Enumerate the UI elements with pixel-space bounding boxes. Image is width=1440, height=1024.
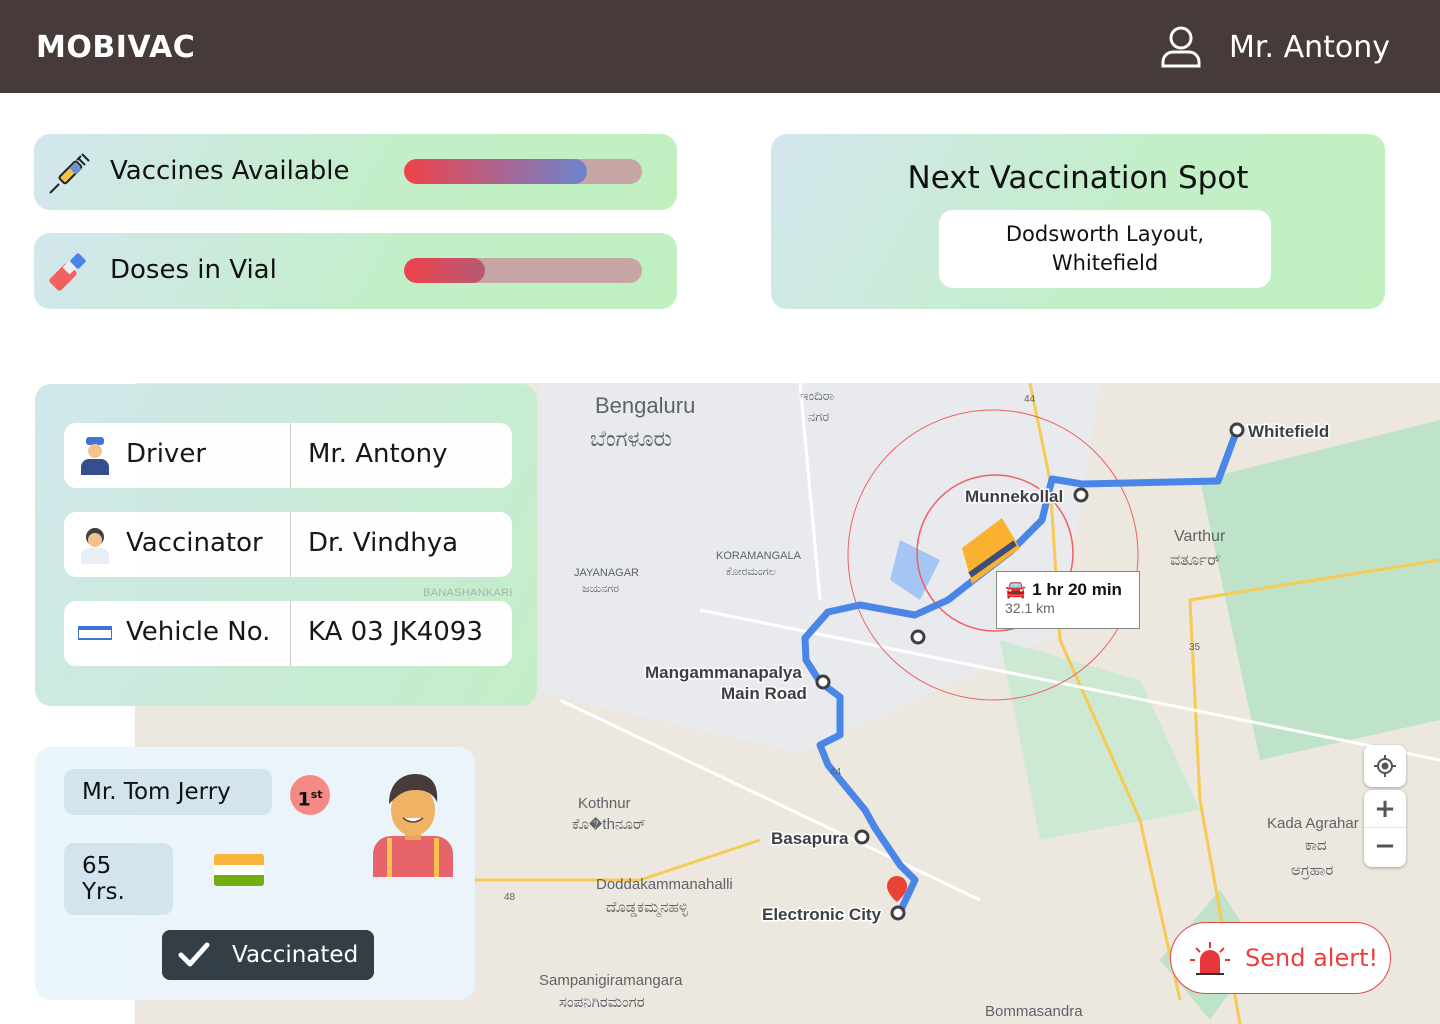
stat-label: Doses in Vial (110, 255, 277, 285)
user-menu[interactable]: Mr. Antony (1161, 26, 1390, 68)
highway-shield: 44 (1024, 394, 1036, 405)
crew-value: KA 03 JK4093 (308, 617, 483, 647)
map-label: Kada Agrahar (1267, 815, 1359, 832)
map-label: ನಗರ (808, 409, 829, 424)
map-label: ವರ್ತೂರ್ (1170, 552, 1221, 569)
patient-age: 65 Yrs. (64, 843, 173, 915)
send-alert-button[interactable]: Send alert! (1170, 922, 1391, 994)
map-label: ಜಯನಗರ (582, 583, 619, 595)
map-label: Electronic City (762, 905, 882, 924)
user-name: Mr. Antony (1229, 29, 1390, 65)
syringe-icon (49, 153, 90, 194)
map-label: ಅಗ್ರಹಾರ (1291, 862, 1333, 879)
crew-value: Dr. Vindhya (308, 528, 459, 558)
crew-value: Mr. Antony (308, 439, 448, 469)
check-icon (178, 942, 210, 967)
map-label: Mangammanapalya (645, 663, 802, 682)
map-label: Doddakammanahalli (596, 876, 733, 893)
map-label: Bommasandra (985, 1003, 1083, 1020)
send-alert-label: Send alert! (1245, 944, 1379, 972)
vaccines-progress-bar (404, 159, 642, 184)
crew-row-vehicle: Vehicle No. KA 03 JK4093 (64, 601, 512, 666)
map-label: Munnekollal (965, 487, 1063, 506)
dose-suffix: st (310, 788, 323, 801)
doses-in-vial-card: Doses in Vial (34, 233, 677, 309)
driver-icon (81, 437, 109, 475)
vaccinated-status-button[interactable]: Vaccinated (162, 930, 374, 980)
patient-avatar (373, 774, 453, 877)
dose-number: 1 (297, 788, 311, 811)
map-label: ಕಾದ (1305, 837, 1327, 854)
map-label: ಕೊ�thನೂರ್ (572, 816, 646, 833)
next-vaccination-spot-card: Next Vaccination Spot Dodsworth Layout, W… (771, 134, 1385, 309)
locate-icon (1374, 755, 1396, 777)
doses-progress-bar (404, 258, 642, 283)
map-label: JAYANAGAR (574, 567, 639, 579)
map-label: Main Road (721, 684, 807, 703)
vaccines-available-card: Vaccines Available (34, 134, 677, 210)
divider (290, 423, 291, 488)
car-icon: 🚘 (1005, 580, 1027, 599)
address-line2: Whitefield (1051, 251, 1159, 275)
map-label: Basapura (771, 829, 849, 848)
vial-icon (49, 253, 86, 291)
map-label: ಸಂಪನಿಗಿರಮಂಗರ (559, 994, 645, 1011)
patient-card: Mr. Tom Jerry 1st 65 Yrs. Vaccinated (35, 747, 475, 1000)
zoom-in-button[interactable]: + (1364, 790, 1406, 828)
crew-key: Vaccinator (126, 528, 263, 558)
locate-button[interactable] (1364, 745, 1406, 787)
user-icon (1161, 26, 1201, 68)
waypoint-whitefield (1229, 422, 1245, 438)
eta-time: 1 hr 20 min (1032, 580, 1122, 599)
zoom-controls: + − (1364, 790, 1406, 867)
spot-address: Dodsworth Layout, Whitefield (939, 210, 1271, 288)
eta-distance: 32.1 km (1005, 600, 1055, 616)
divider (290, 601, 291, 666)
map-label: Sampanigiramangara (539, 972, 683, 989)
map-label: Bengaluru (595, 393, 695, 418)
brand-logo: MOBIVAC (36, 30, 196, 65)
status-label: Vaccinated (232, 942, 359, 968)
map-label-banashankari: BANASHANKARI (423, 587, 513, 599)
license-plate-icon (78, 626, 112, 640)
crew-key: Driver (126, 439, 207, 469)
highway-shield: 48 (504, 892, 516, 903)
siren-icon (1190, 942, 1230, 975)
address-line1: Dodsworth Layout, (1005, 222, 1205, 246)
map-label: Whitefield (1248, 422, 1329, 441)
map-label: ಕೋರಮಂಗಲ (726, 566, 776, 578)
map-label: KORAMANGALA (716, 550, 802, 562)
top-bar: MOBIVAC Mr. Antony (0, 0, 1440, 93)
spot-title: Next Vaccination Spot (907, 160, 1249, 196)
stat-label: Vaccines Available (110, 156, 350, 186)
crew-panel: Driver Mr. Antony Vaccinator Dr. Vindhya V… (35, 384, 537, 706)
highway-shield: 44 (830, 767, 842, 778)
map-label: ಬೆಂಗಳೂರು (590, 426, 672, 451)
map-label: Kothnur (578, 795, 631, 812)
zoom-out-button[interactable]: − (1364, 828, 1406, 866)
patient-name: Mr. Tom Jerry (64, 769, 272, 815)
map-label: Varthur (1174, 528, 1226, 545)
crew-key: Vehicle No. (126, 617, 271, 647)
doctor-icon (81, 528, 109, 564)
divider (290, 512, 291, 577)
highway-shield: 35 (1189, 642, 1201, 653)
map-label: ದೊಡ್ಡಕಮ್ಮನಹಳ್ಳಿ (606, 899, 688, 918)
india-flag-icon (214, 854, 264, 886)
eta-tooltip: 🚘 1 hr 20 min 32.1 km (996, 571, 1140, 629)
dose-badge: 1st (290, 775, 330, 815)
crew-row-driver: Driver Mr. Antony (64, 423, 512, 488)
crew-row-vaccinator: Vaccinator Dr. Vindhya (64, 512, 512, 577)
map-label: ಇಂದಿರಾ (800, 388, 834, 403)
